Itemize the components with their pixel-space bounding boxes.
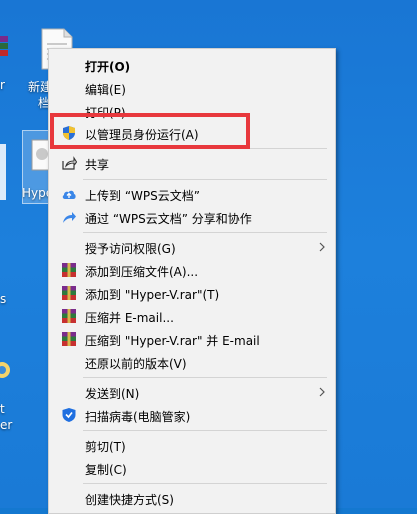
menu-item-label: 添加到压缩文件(A)... bbox=[85, 265, 199, 279]
menu-item-copy[interactable]: 复制(C) bbox=[49, 457, 335, 479]
menu-item-label: 打开(O) bbox=[85, 60, 131, 74]
menu-item-label: 创建快捷方式(S) bbox=[85, 493, 174, 507]
menu-item-share-wps[interactable]: 通过 “WPS云文档” 分享和协作 bbox=[49, 206, 335, 228]
menu-item-add-to-hyper-v-rar[interactable]: 添加到 "Hyper-V.rar"(T) bbox=[49, 282, 335, 304]
winrar-desktop-icon[interactable] bbox=[0, 34, 8, 60]
menu-separator bbox=[83, 377, 327, 378]
menu-item-label: 发送到(N) bbox=[85, 387, 140, 401]
winrar-icon bbox=[61, 262, 77, 278]
menu-separator bbox=[83, 179, 327, 180]
menu-item-label: 编辑(E) bbox=[85, 83, 126, 97]
menu-item-upload-wps[interactable]: 上传到 “WPS云文档” bbox=[49, 183, 335, 205]
menu-item-compress-to-rar-email[interactable]: 压缩到 "Hyper-V.rar" 并 E-mail bbox=[49, 328, 335, 350]
menu-item-label: 添加到 "Hyper-V.rar"(T) bbox=[85, 288, 220, 302]
menu-separator bbox=[83, 430, 327, 431]
chevron-right-icon bbox=[317, 384, 327, 400]
menu-item-scan-virus[interactable]: 扫描病毒(电脑管家) bbox=[49, 404, 335, 426]
desktop-icon-label-partial-3: t bbox=[0, 402, 5, 416]
pc-manager-shield-icon bbox=[61, 407, 77, 423]
menu-item-label: 通过 “WPS云文档” 分享和协作 bbox=[85, 212, 252, 226]
winrar-icon bbox=[61, 331, 77, 347]
menu-item-label: 复制(C) bbox=[85, 463, 127, 477]
menu-item-label: 压缩到 "Hyper-V.rar" 并 E-mail bbox=[85, 334, 260, 348]
menu-item-send-to[interactable]: 发送到(N) bbox=[49, 381, 335, 403]
winrar-icon bbox=[61, 308, 77, 324]
menu-item-edit[interactable]: 编辑(E) bbox=[49, 77, 335, 99]
menu-item-restore-versions[interactable]: 还原以前的版本(V) bbox=[49, 351, 335, 373]
desktop-icon-label-partial-4: er bbox=[0, 418, 13, 432]
menu-item-compress-email[interactable]: 压缩并 E-mail... bbox=[49, 305, 335, 327]
desktop-icon-label-partial-2: s bbox=[0, 292, 7, 306]
menu-item-label: 共享 bbox=[85, 158, 110, 172]
menu-item-create-shortcut[interactable]: 创建快捷方式(S) bbox=[49, 487, 335, 509]
menu-item-label: 授予访问权限(G) bbox=[85, 242, 176, 256]
menu-item-label: 上传到 “WPS云文档” bbox=[85, 189, 200, 203]
menu-item-open[interactable]: 打开(O) bbox=[49, 54, 335, 76]
menu-item-grant-access[interactable]: 授予访问权限(G) bbox=[49, 236, 335, 258]
partial-desktop-icon[interactable] bbox=[0, 144, 6, 200]
menu-item-share[interactable]: 共享 bbox=[49, 152, 335, 174]
winrar-icon bbox=[61, 285, 77, 301]
menu-item-label: 扫描病毒(电脑管家) bbox=[85, 410, 191, 424]
highlight-annotation-box bbox=[50, 113, 250, 149]
menu-separator bbox=[83, 232, 327, 233]
desktop-icon-label-partial: r bbox=[0, 78, 5, 92]
share-arrow-icon bbox=[61, 209, 77, 225]
partial-app-desktop-icon[interactable] bbox=[0, 352, 10, 388]
chevron-right-icon bbox=[317, 239, 327, 255]
menu-item-cut[interactable]: 剪切(T) bbox=[49, 434, 335, 456]
menu-item-label: 压缩并 E-mail... bbox=[85, 311, 174, 325]
cloud-upload-icon bbox=[61, 186, 77, 202]
share-icon bbox=[61, 155, 78, 171]
menu-separator bbox=[83, 483, 327, 484]
menu-item-label: 剪切(T) bbox=[85, 440, 126, 454]
menu-item-add-to-archive[interactable]: 添加到压缩文件(A)... bbox=[49, 259, 335, 281]
menu-item-label: 还原以前的版本(V) bbox=[85, 357, 187, 371]
